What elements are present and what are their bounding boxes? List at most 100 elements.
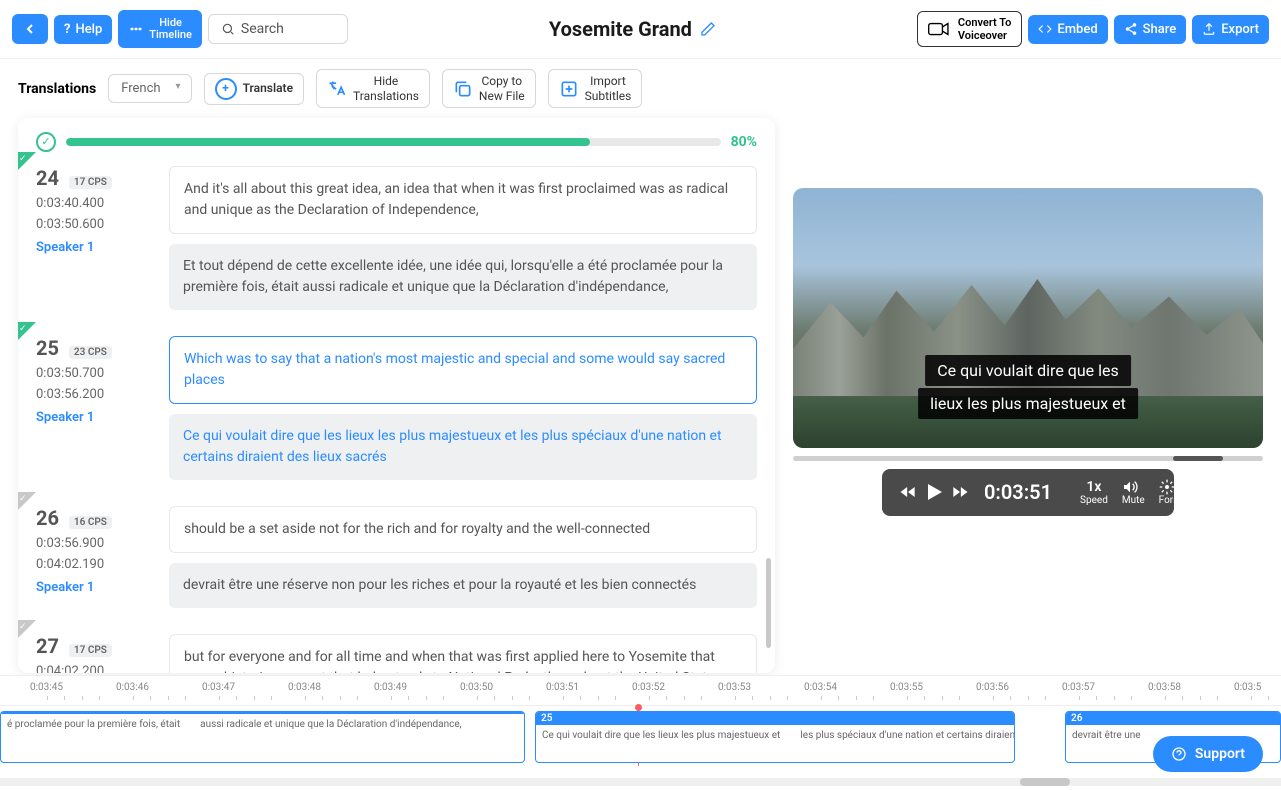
edit-icon[interactable] (700, 21, 716, 37)
video-caption: Ce qui voulait dire que les lieux les pl… (918, 354, 1138, 420)
subtitle-translated-text[interactable]: Et tout dépend de cette excellente idée,… (169, 244, 757, 310)
export-button[interactable]: Export (1192, 15, 1269, 44)
subtitle-meta: 26 16 CPS 0:03:56.900 0:04:02.190 Speake… (36, 506, 151, 608)
timeline-tick: 0:03:45 (30, 682, 63, 693)
import-icon (559, 79, 579, 99)
forward-button[interactable] (950, 482, 970, 502)
share-button[interactable]: Share (1114, 15, 1187, 44)
subtitle-meta: 25 23 CPS 0:03:50.700 0:03:56.200 Speake… (36, 336, 151, 480)
mute-button[interactable]: Mute (1122, 479, 1145, 506)
topbar: ? Help HideTimeline Search Yosemite Gran… (0, 0, 1281, 59)
subtitle-original-text[interactable]: but for everyone and for all time and wh… (169, 634, 757, 673)
subtitle-end-time: 0:03:50.600 (36, 217, 151, 232)
toolbar-label: Translations (18, 81, 96, 97)
subtitle-start-time: 0:03:56.900 (36, 536, 151, 551)
language-dropdown[interactable]: French (108, 74, 191, 103)
timeline-clip[interactable]: é proclamée pour la première fois, était… (0, 711, 525, 763)
subtitle-start-time: 0:03:50.700 (36, 366, 151, 381)
share-icon (1124, 22, 1138, 36)
import-subtitles-button[interactable]: ImportSubtitles (548, 69, 643, 108)
subtitle-speaker[interactable]: Speaker 1 (36, 580, 151, 595)
toolbar: Translations French + Translate HideTran… (0, 59, 1281, 118)
translate-button[interactable]: + Translate (204, 73, 304, 105)
embed-button[interactable]: Embed (1028, 15, 1107, 44)
timeline-tick: 0:03:47 (202, 682, 235, 693)
page-title: Yosemite Grand (549, 17, 692, 41)
search-input[interactable]: Search (208, 14, 348, 44)
progress-bar[interactable] (66, 138, 721, 146)
gear-icon (1159, 479, 1191, 495)
support-button[interactable]: Support (1153, 736, 1263, 772)
timeline-tick: 0:03:52 (632, 682, 665, 693)
timeline-tick: 0:03:55 (890, 682, 923, 693)
speed-button[interactable]: 1xSpeed (1080, 479, 1108, 506)
subtitle-speaker[interactable]: Speaker 1 (36, 240, 151, 255)
plus-circle-icon: + (215, 78, 237, 100)
video-panel: Ce qui voulait dire que les lieux les pl… (793, 118, 1263, 673)
title-wrap: Yosemite Grand (354, 17, 911, 41)
hide-translations-button[interactable]: HideTranslations (316, 69, 430, 108)
progress-row: ✓ 80% (36, 132, 757, 152)
volume-icon (1122, 479, 1145, 495)
timeline-tracks[interactable]: é proclamée pour la première fois, était… (0, 706, 1281, 766)
timeline-clip[interactable]: 25Ce qui voulait dire que les lieux les … (535, 711, 1015, 763)
subtitles-panel: ✓ 80% ✓ 24 17 CPS 0:03:40.400 0:03:50.60… (18, 118, 775, 673)
play-button[interactable] (922, 480, 946, 504)
subtitle-speaker[interactable]: Speaker 1 (36, 410, 151, 425)
status-corner: ✓ (18, 322, 36, 340)
subtitle-end-time: 0:04:02.190 (36, 557, 151, 572)
timeline-tick: 0:03:48 (288, 682, 321, 693)
share-label: Share (1143, 22, 1177, 37)
video-icon (928, 21, 950, 37)
subtitle-original-text[interactable]: should be a set aside not for the rich a… (169, 506, 757, 553)
subtitle-start-time: 0:03:40.400 (36, 196, 151, 211)
hide-timeline-button[interactable]: HideTimeline (118, 10, 202, 48)
timeline-tick: 0:03:56 (976, 682, 1009, 693)
video-controls: 0:03:51 1xSpeed Mute Format (882, 469, 1174, 516)
timeline-tick: 0:03:54 (804, 682, 837, 693)
subtitle-end-time: 0:03:56.200 (36, 387, 151, 402)
timeline-ruler[interactable]: 0:03:450:03:460:03:470:03:480:03:490:03:… (0, 676, 1281, 706)
subtitle-start-time: 0:04:02.200 (36, 664, 151, 673)
copy-to-new-file-button[interactable]: Copy toNew File (442, 69, 536, 108)
embed-label: Embed (1057, 22, 1097, 37)
video-player[interactable]: Ce qui voulait dire que les lieux les pl… (793, 188, 1263, 448)
cps-badge: 16 CPS (69, 516, 112, 529)
video-progress-bar[interactable] (793, 456, 1263, 461)
rewind-button[interactable] (898, 482, 918, 502)
check-circle-icon: ✓ (36, 132, 56, 152)
timeline-scrollbar[interactable] (0, 778, 1281, 786)
subtitle-translated-text[interactable]: devrait être une réserve non pour les ri… (169, 563, 757, 608)
subtitle-row: ✓ 24 17 CPS 0:03:40.400 0:03:50.600 Spea… (36, 166, 757, 310)
subtitle-row: ✓ 27 17 CPS 0:04:02.200 0:04:19.300 Spea… (36, 634, 757, 673)
timeline-tick: 0:03:58 (1148, 682, 1181, 693)
help-button[interactable]: ? Help (54, 15, 112, 44)
help-label: Help (75, 22, 102, 37)
timeline-tick: 0:03:50 (460, 682, 493, 693)
subtitle-original-text[interactable]: Which was to say that a nation's most ma… (169, 336, 757, 404)
video-time: 0:03:51 (984, 480, 1052, 504)
timeline: 0:03:450:03:460:03:470:03:480:03:490:03:… (0, 675, 1281, 790)
timeline-tick: 0:03:57 (1062, 682, 1095, 693)
scrollbar[interactable] (766, 558, 771, 648)
timeline-icon (128, 21, 144, 37)
subtitle-translated-text[interactable]: Ce qui voulait dire que les lieux les pl… (169, 414, 757, 480)
subtitle-meta: 24 17 CPS 0:03:40.400 0:03:50.600 Speake… (36, 166, 151, 310)
export-label: Export (1221, 22, 1259, 37)
arrow-left-icon (22, 21, 38, 37)
subtitle-number: 24 (36, 166, 59, 190)
subtitle-original-text[interactable]: And it's all about this great idea, an i… (169, 166, 757, 234)
translate-icon (327, 79, 347, 99)
cps-badge: 17 CPS (69, 176, 112, 189)
subtitle-row: ✓ 26 16 CPS 0:03:56.900 0:04:02.190 Spea… (36, 506, 757, 608)
subtitle-meta: 27 17 CPS 0:04:02.200 0:04:19.300 Speake… (36, 634, 151, 673)
subtitle-row: ✓ 25 23 CPS 0:03:50.700 0:03:56.200 Spea… (36, 336, 757, 480)
subtitle-number: 27 (36, 634, 59, 658)
timeline-tick: 0:03:51 (546, 682, 579, 693)
status-corner: ✓ (18, 152, 36, 170)
subtitle-number: 25 (36, 336, 59, 360)
cps-badge: 23 CPS (69, 346, 112, 359)
back-button[interactable] (12, 14, 48, 44)
format-button[interactable]: Format (1159, 479, 1191, 506)
convert-voiceover-button[interactable]: Convert ToVoiceover (917, 11, 1022, 47)
